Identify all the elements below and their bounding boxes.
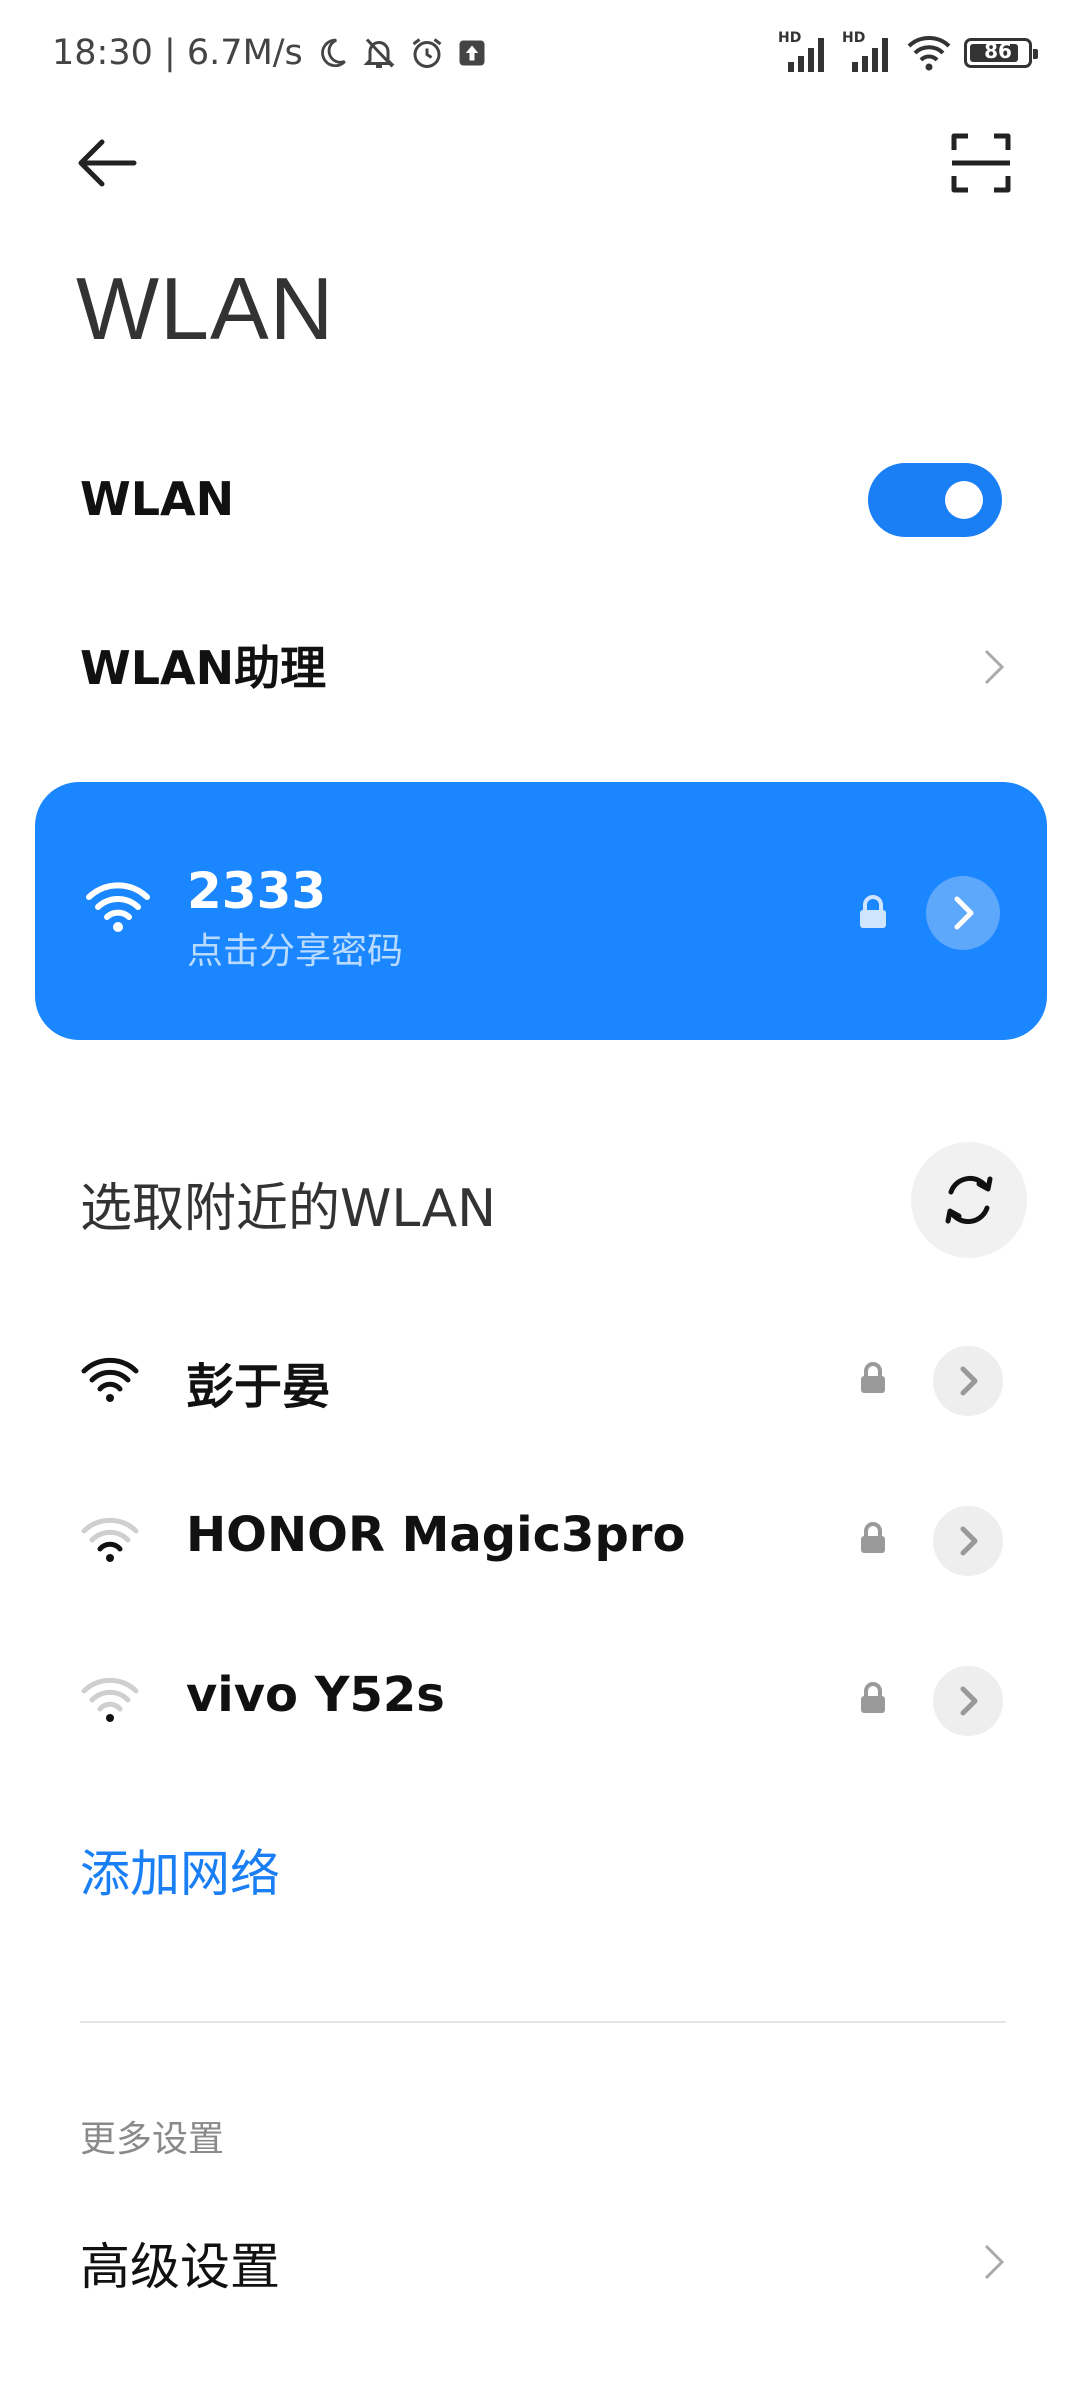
- chevron-right-icon: [960, 1526, 978, 1556]
- toggle-knob: [945, 481, 983, 519]
- network-list-item[interactable]: 彭于晏: [0, 1325, 1080, 1435]
- nearby-networks-title: 选取附近的WLAN: [80, 1179, 497, 1239]
- arrow-left-icon: [78, 139, 137, 187]
- lock-icon: [858, 1521, 888, 1555]
- share-password-text[interactable]: 点击分享密码: [187, 922, 403, 974]
- divider: [80, 2021, 1006, 2023]
- chevron-right-icon: [960, 1366, 978, 1396]
- network-detail-button[interactable]: [933, 1346, 1003, 1416]
- wifi-signal-full-icon: [80, 1355, 140, 1405]
- lock-icon: [858, 1361, 888, 1395]
- battery-cap: [1033, 49, 1038, 59]
- refresh-button[interactable]: [911, 1142, 1027, 1258]
- refresh-icon: [945, 1175, 993, 1225]
- wifi-signal-weak-icon: [80, 1515, 140, 1565]
- chevron-right-icon: [960, 1686, 978, 1716]
- network-list-item[interactable]: HONOR Magic3pro: [0, 1485, 1080, 1595]
- bell-off-icon: [361, 35, 397, 71]
- more-settings-label: 更多设置: [80, 2119, 225, 2160]
- moon-icon: [315, 36, 349, 70]
- connected-network-card[interactable]: 2333 点击分享密码: [35, 782, 1047, 1040]
- scan-icon: [951, 133, 1011, 193]
- wifi-icon: [85, 877, 151, 937]
- upload-icon: [457, 38, 487, 68]
- network-list-item[interactable]: vivo Y52s: [0, 1645, 1080, 1755]
- page-title: WLAN: [76, 259, 335, 358]
- wifi-signal-low-icon: [80, 1675, 140, 1725]
- chevron-right-icon[interactable]: [976, 2242, 1010, 2280]
- advanced-settings-item[interactable]: 高级设置: [80, 2227, 280, 2299]
- status-left: 18:30 | 6.7M/s: [52, 28, 487, 78]
- chevron-right-icon: [954, 896, 974, 930]
- wifi-icon: [906, 34, 952, 72]
- status-bar: 18:30 | 6.7M/s HD HD 86: [0, 0, 1080, 110]
- network-detail-button[interactable]: [933, 1666, 1003, 1736]
- chevron-right-icon[interactable]: [976, 647, 1010, 685]
- battery-level: 86: [984, 39, 1012, 63]
- battery-icon: 86: [964, 38, 1038, 68]
- network-detail-button[interactable]: [933, 1506, 1003, 1576]
- wlan-assistant-label[interactable]: WLAN助理: [80, 632, 326, 698]
- network-name: vivo Y52s: [186, 1667, 445, 1723]
- back-button[interactable]: [72, 128, 142, 198]
- connected-network-name: 2333: [187, 862, 327, 920]
- network-name: HONOR Magic3pro: [186, 1507, 686, 1563]
- signal-icon: HD: [842, 30, 894, 74]
- wlan-toggle-label: WLAN: [80, 472, 235, 526]
- status-time-speed: 18:30 | 6.7M/s: [52, 33, 303, 73]
- add-network-link[interactable]: 添加网络: [80, 1834, 280, 1906]
- scan-button[interactable]: [946, 128, 1016, 198]
- network-name: 彭于晏: [186, 1359, 331, 1415]
- status-right: HD HD 86: [778, 28, 1038, 78]
- signal-icon: HD: [778, 30, 830, 74]
- wlan-toggle[interactable]: [868, 463, 1002, 537]
- network-detail-button[interactable]: [926, 876, 1000, 950]
- alarm-icon: [409, 35, 445, 71]
- lock-icon: [856, 894, 890, 930]
- lock-icon: [858, 1681, 888, 1715]
